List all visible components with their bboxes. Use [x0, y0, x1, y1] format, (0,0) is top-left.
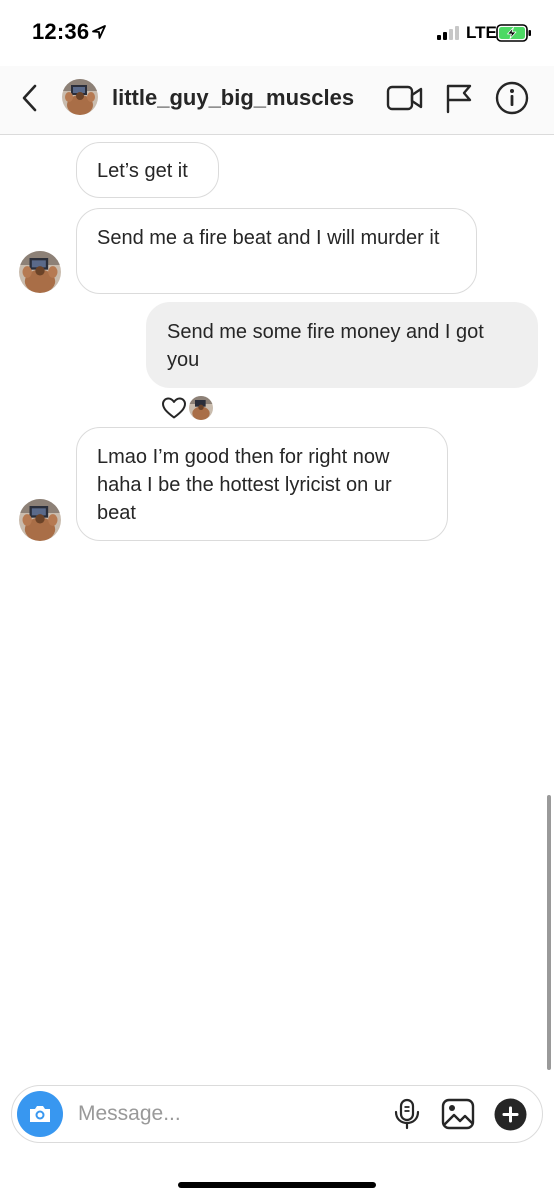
- sender-avatar[interactable]: [19, 499, 61, 541]
- camera-icon: [30, 1106, 50, 1122]
- back-button[interactable]: [14, 82, 46, 114]
- incoming-message[interactable]: Send me a fire beat and I will murder it: [76, 208, 477, 294]
- thread-username[interactable]: little_guy_big_muscles: [112, 85, 354, 111]
- reaction-avatar: [189, 396, 213, 420]
- info-icon[interactable]: [495, 81, 529, 115]
- chat-header: little_guy_big_muscles: [0, 66, 554, 135]
- location-arrow-icon: [92, 25, 106, 39]
- image-icon[interactable]: [441, 1097, 475, 1131]
- video-call-button[interactable]: [386, 84, 424, 112]
- profile-photo-icon: [19, 251, 61, 293]
- home-indicator[interactable]: [178, 1182, 376, 1188]
- message-thread[interactable]: Let’s get it Send me a fire beat and I w…: [0, 135, 554, 1080]
- plus-circle-icon[interactable]: [494, 1098, 527, 1131]
- profile-photo-icon: [19, 499, 61, 541]
- camera-button[interactable]: [17, 1091, 63, 1137]
- scrollbar[interactable]: [547, 795, 551, 1070]
- microphone-icon[interactable]: [392, 1098, 422, 1130]
- message-composer: [11, 1085, 543, 1143]
- avatar[interactable]: [62, 79, 98, 115]
- battery-charging-icon: [496, 24, 531, 42]
- heart-icon[interactable]: [161, 396, 187, 420]
- incoming-message[interactable]: Lmao I’m good then for right now haha I …: [76, 427, 448, 541]
- sender-avatar[interactable]: [19, 251, 61, 293]
- status-time: 12:36: [32, 19, 90, 44]
- status-bar: 12:36 LTE: [0, 0, 554, 66]
- profile-photo-icon: [62, 79, 98, 115]
- dm-thread-screen: 12:36 LTE little_guy_big_muscles Let’s g…: [0, 0, 554, 1200]
- flag-icon[interactable]: [444, 82, 474, 114]
- network-type-label: LTE: [466, 23, 497, 42]
- outgoing-message[interactable]: Send me some fire money and I got you: [146, 302, 538, 388]
- profile-photo-icon: [189, 396, 213, 420]
- cellular-signal-icon: [437, 26, 459, 40]
- message-input[interactable]: [78, 1098, 378, 1130]
- incoming-message[interactable]: Let’s get it: [76, 142, 219, 198]
